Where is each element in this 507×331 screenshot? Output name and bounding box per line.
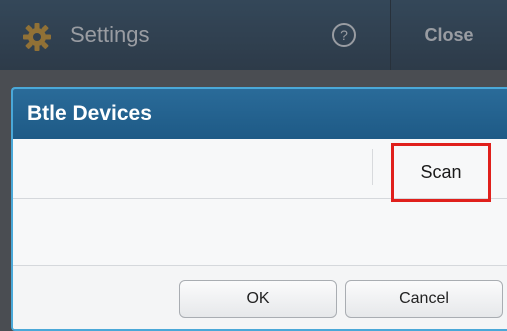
- settings-topbar: Settings ? Close: [0, 0, 507, 70]
- toolbar-separator: [372, 149, 373, 185]
- help-icon[interactable]: ?: [331, 22, 357, 48]
- close-button[interactable]: Close: [391, 0, 507, 70]
- settings-title: Settings: [70, 22, 150, 47]
- dialog-title: Btle Devices: [27, 102, 152, 125]
- ok-button[interactable]: OK: [179, 280, 337, 318]
- dialog-footer: OK Cancel: [13, 266, 507, 329]
- dialog-header: Btle Devices: [13, 89, 507, 139]
- svg-text:?: ?: [340, 27, 348, 43]
- btle-devices-dialog: Btle Devices Scan OK Cancel: [11, 87, 507, 331]
- device-list-area: [13, 199, 507, 266]
- scan-button[interactable]: Scan: [391, 143, 491, 202]
- cancel-button[interactable]: Cancel: [345, 280, 503, 318]
- device-toolbar-row: Scan: [13, 139, 507, 202]
- gear-icon[interactable]: [22, 22, 52, 52]
